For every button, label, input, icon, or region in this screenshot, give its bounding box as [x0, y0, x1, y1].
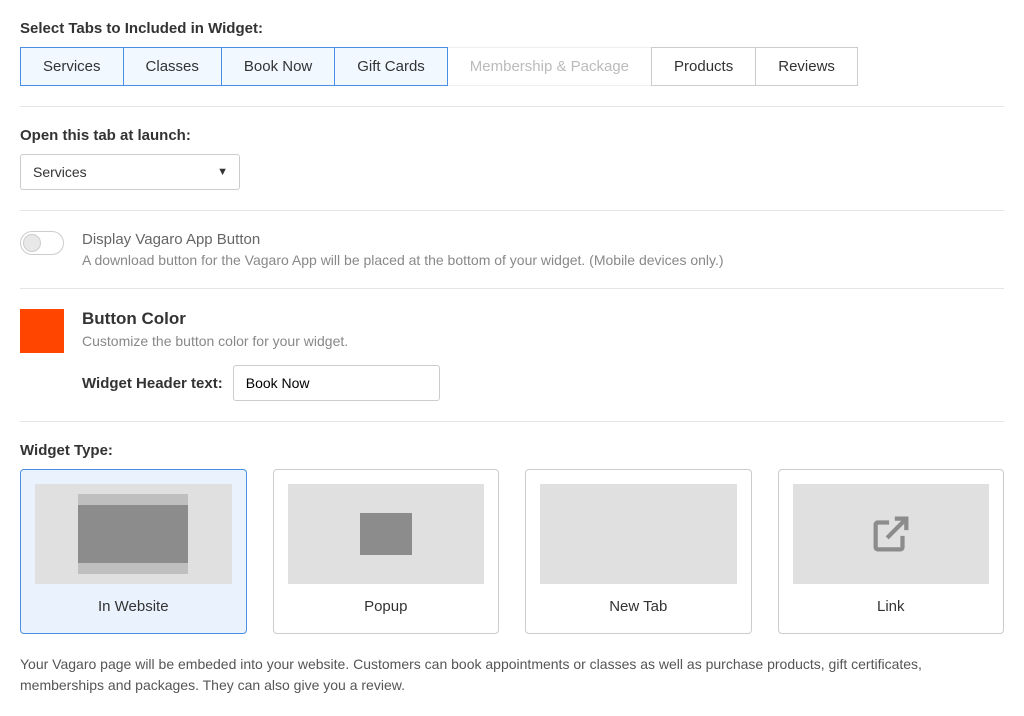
preview-in-website-icon [35, 484, 232, 584]
tab-classes[interactable]: Classes [123, 47, 222, 86]
divider [20, 288, 1004, 289]
divider [20, 210, 1004, 211]
tab-services[interactable]: Services [20, 47, 124, 86]
widget-type-in-website[interactable]: In Website [20, 469, 247, 634]
button-color-row: Button Color Customize the button color … [20, 309, 1004, 401]
tab-book-now[interactable]: Book Now [221, 47, 335, 86]
tab-products[interactable]: Products [651, 47, 756, 86]
widget-type-label-in-website: In Website [35, 598, 232, 615]
widget-type-link[interactable]: Link [778, 469, 1005, 634]
tab-reviews[interactable]: Reviews [755, 47, 858, 86]
open-tab-select-wrap[interactable]: Services ▼ [20, 154, 240, 190]
widget-type-description: Your Vagaro page will be embeded into yo… [20, 654, 1004, 696]
display-app-desc: A download button for the Vagaro App wil… [82, 252, 724, 268]
button-color-desc: Customize the button color for your widg… [82, 333, 440, 349]
divider [20, 106, 1004, 107]
widget-type-label-link: Link [793, 598, 990, 615]
display-app-toggle-row: Display Vagaro App Button A download but… [20, 231, 1004, 268]
button-color-title: Button Color [82, 309, 440, 329]
select-tabs-label: Select Tabs to Included in Widget: [20, 20, 1004, 37]
widget-header-text-input[interactable] [233, 365, 440, 401]
widget-header-text-label: Widget Header text: [82, 375, 223, 392]
tab-membership-package: Membership & Package [447, 47, 652, 86]
widget-type-label-new-tab: New Tab [540, 598, 737, 615]
tabs-row: Services Classes Book Now Gift Cards Mem… [20, 47, 1004, 86]
preview-popup-icon [288, 484, 485, 584]
tab-gift-cards[interactable]: Gift Cards [334, 47, 448, 86]
button-color-swatch[interactable] [20, 309, 64, 353]
widget-type-label-popup: Popup [288, 598, 485, 615]
widget-type-popup[interactable]: Popup [273, 469, 500, 634]
display-app-title: Display Vagaro App Button [82, 231, 724, 248]
external-link-icon [793, 484, 990, 584]
widget-types-row: In Website Popup New Tab Link [20, 469, 1004, 634]
display-app-toggle[interactable] [20, 231, 64, 255]
widget-type-new-tab[interactable]: New Tab [525, 469, 752, 634]
toggle-knob [23, 234, 41, 252]
divider [20, 421, 1004, 422]
preview-new-tab-icon [540, 484, 737, 584]
open-tab-select[interactable]: Services [20, 154, 240, 190]
open-tab-label: Open this tab at launch: [20, 127, 1004, 144]
widget-type-label: Widget Type: [20, 442, 1004, 459]
